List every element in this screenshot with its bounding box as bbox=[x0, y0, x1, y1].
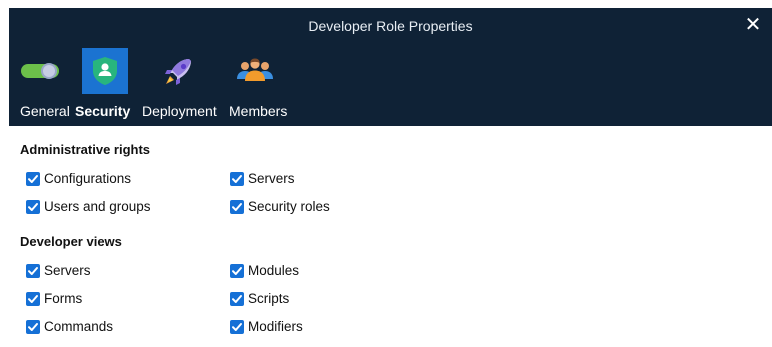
checkbox-label: Servers bbox=[248, 171, 295, 186]
checkbox-users-groups[interactable]: Users and groups bbox=[26, 199, 151, 214]
checkbox-checked-icon[interactable] bbox=[230, 291, 244, 306]
checkbox-label: Commands bbox=[44, 319, 114, 334]
checkbox-scripts[interactable]: Scripts bbox=[230, 291, 289, 306]
checkbox-modules[interactable]: Modules bbox=[230, 263, 299, 278]
group-icon bbox=[237, 58, 273, 81]
checkbox-checked-icon[interactable] bbox=[230, 263, 244, 278]
role-properties-dialog: Developer Role Properties ✕ General Secu… bbox=[0, 0, 772, 347]
checkbox-configurations[interactable]: Configurations bbox=[26, 171, 131, 186]
tab-general[interactable] bbox=[18, 48, 64, 94]
checkbox-modifiers[interactable]: Modifiers bbox=[230, 319, 303, 334]
checkbox-label: Scripts bbox=[248, 291, 290, 306]
dialog-header: Developer Role Properties ✕ General Secu… bbox=[9, 8, 772, 126]
checkbox-label: Users and groups bbox=[44, 199, 151, 214]
checkbox-checked-icon[interactable] bbox=[26, 263, 40, 278]
tab-members[interactable] bbox=[232, 48, 278, 94]
tab-security[interactable] bbox=[82, 48, 128, 94]
checkbox-checked-icon[interactable] bbox=[230, 199, 244, 214]
checkbox-forms[interactable]: Forms bbox=[26, 291, 82, 306]
checkbox-commands[interactable]: Commands bbox=[26, 319, 113, 334]
checkbox-checked-icon[interactable] bbox=[26, 199, 40, 214]
shield-user-icon bbox=[93, 57, 117, 85]
checkbox-label: Modules bbox=[248, 263, 300, 278]
checkbox-servers-dev[interactable]: Servers bbox=[26, 263, 91, 278]
checkbox-label: Security roles bbox=[248, 199, 330, 214]
dialog-title: Developer Role Properties bbox=[308, 18, 473, 34]
checkbox-label: Configurations bbox=[44, 171, 132, 186]
close-icon[interactable]: ✕ bbox=[742, 12, 764, 36]
tab-deployment[interactable] bbox=[156, 48, 202, 94]
checkbox-security-roles[interactable]: Security roles bbox=[230, 199, 330, 214]
tab-label-security[interactable]: Security bbox=[75, 103, 130, 119]
tab-label-members[interactable]: Members bbox=[229, 103, 287, 119]
checkbox-servers-admin[interactable]: Servers bbox=[230, 171, 295, 186]
toggle-icon bbox=[21, 63, 59, 79]
tab-label-deployment[interactable]: Deployment bbox=[142, 103, 217, 119]
checkbox-checked-icon[interactable] bbox=[26, 171, 40, 186]
section-title-dev: Developer views bbox=[20, 234, 122, 249]
checkbox-label: Servers bbox=[44, 263, 91, 278]
checkbox-label: Forms bbox=[44, 291, 83, 306]
checkbox-checked-icon[interactable] bbox=[26, 319, 40, 334]
top-strip bbox=[0, 0, 772, 8]
checkbox-label: Modifiers bbox=[248, 319, 303, 334]
checkbox-checked-icon[interactable] bbox=[26, 291, 40, 306]
checkbox-checked-icon[interactable] bbox=[230, 171, 244, 186]
rocket-icon bbox=[165, 59, 191, 85]
section-title-admin: Administrative rights bbox=[20, 142, 151, 157]
tab-label-general[interactable]: General bbox=[20, 103, 70, 119]
checkbox-checked-icon[interactable] bbox=[230, 319, 244, 334]
